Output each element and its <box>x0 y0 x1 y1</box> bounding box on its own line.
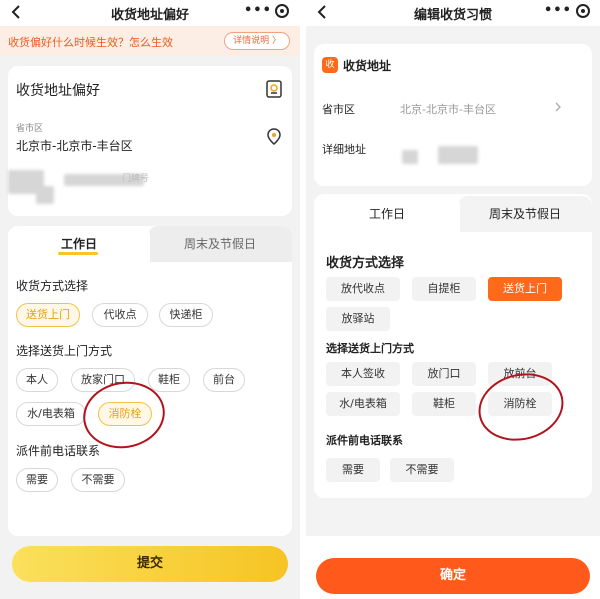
call-title: 派件前电话联系 <box>326 434 403 447</box>
detail-hint: 门牌号 <box>122 174 150 184</box>
option-front-desk[interactable]: 前台 <box>203 368 245 392</box>
more-icon[interactable]: ••• <box>544 3 572 18</box>
day-tabs: 周末及节假日 工作日 <box>8 226 292 262</box>
details-button[interactable]: 详情说明 〉 <box>224 32 290 50</box>
option-door-delivery[interactable]: 送货上门 <box>488 277 562 301</box>
confirm-button[interactable]: 确定 <box>316 558 590 594</box>
option-meter-box[interactable]: 水/电表箱 <box>326 392 400 416</box>
door-method-title: 选择送货上门方式 <box>326 342 414 355</box>
banner-text: 收货偏好什么时候生效？怎么生效 <box>8 36 173 49</box>
method-title: 收货方式选择 <box>326 256 405 271</box>
option-locker[interactable]: 快递柜 <box>159 303 213 327</box>
tab-workday[interactable]: 工作日 <box>8 226 150 262</box>
option-at-door[interactable]: 放门口 <box>412 362 476 386</box>
detail-label: 详细地址 <box>322 143 366 156</box>
blurred-address <box>36 186 54 204</box>
tab-weekend[interactable]: 周末及节假日 <box>458 196 592 232</box>
option-collection-point[interactable]: 放代收点 <box>326 277 400 301</box>
preference-card: 周末及节假日 工作日 收货方式选择 送货上门 代收点 快递柜 选择送货上门方式 … <box>8 226 292 536</box>
left-screen: 收货地址偏好 ••• 收货偏好什么时候生效？怎么生效 详情说明 〉 收货地址偏好… <box>0 0 300 599</box>
method-title: 收货方式选择 <box>16 279 89 293</box>
address-card: 收货地址偏好 省市区 北京市-北京市-丰台区 门牌号 <box>8 66 292 216</box>
day-tabs: 周末及节假日 工作日 <box>314 196 592 232</box>
address-badge-icon: 收 <box>322 57 338 73</box>
tab-indicator <box>58 252 98 255</box>
option-locker[interactable]: 自提柜 <box>412 277 476 301</box>
option-shoe-cabinet[interactable]: 鞋柜 <box>412 392 476 416</box>
chevron-right-icon[interactable] <box>554 102 562 112</box>
address-card-title: 收货地址偏好 <box>16 83 100 99</box>
nav-bar: 编辑收货习惯 ••• <box>306 0 600 26</box>
option-in-person[interactable]: 本人 <box>16 368 58 392</box>
info-banner: 收货偏好什么时候生效？怎么生效 详情说明 〉 <box>0 26 300 56</box>
option-post-station[interactable]: 放驿站 <box>326 307 390 331</box>
option-call-yes[interactable]: 需要 <box>16 468 58 492</box>
option-call-no[interactable]: 不需要 <box>390 458 454 482</box>
call-title: 派件前电话联系 <box>16 444 101 458</box>
more-icon[interactable]: ••• <box>244 3 272 18</box>
tab-weekend[interactable]: 周末及节假日 <box>148 226 292 262</box>
option-shoe-cabinet[interactable]: 鞋柜 <box>148 368 190 392</box>
region-value[interactable]: 北京市-北京市-丰台区 <box>16 137 133 154</box>
option-collection-point[interactable]: 代收点 <box>92 303 148 327</box>
address-card: 收 收货地址 省市区 北京-北京市-丰台区 详细地址 <box>314 44 592 186</box>
option-call-no[interactable]: 不需要 <box>71 468 125 492</box>
nav-bar: 收货地址偏好 ••• <box>0 0 300 26</box>
region-label: 省市区 <box>322 103 355 116</box>
option-door-delivery[interactable]: 送货上门 <box>16 303 80 327</box>
address-book-icon[interactable] <box>266 80 282 98</box>
target-icon[interactable] <box>576 4 590 18</box>
right-screen: 编辑收货习惯 ••• 收 收货地址 省市区 北京-北京市-丰台区 详细地址 周末… <box>306 0 600 599</box>
submit-button[interactable]: 提交 <box>12 546 288 582</box>
option-call-yes[interactable]: 需要 <box>326 458 380 482</box>
option-sign-in-person[interactable]: 本人签收 <box>326 362 400 386</box>
location-pin-icon[interactable] <box>266 128 282 146</box>
blurred-address <box>438 146 478 164</box>
region-label: 省市区 <box>16 124 44 134</box>
address-card-title: 收货地址 <box>343 59 392 73</box>
tab-workday[interactable]: 工作日 <box>314 196 460 232</box>
door-method-title: 选择送货上门方式 <box>16 344 113 358</box>
preference-card: 周末及节假日 工作日 收货方式选择 放代收点 自提柜 送货上门 放驿站 选择送货… <box>314 194 592 498</box>
annotation-circle <box>471 364 571 450</box>
region-value[interactable]: 北京-北京市-丰台区 <box>400 101 496 117</box>
option-meter-box[interactable]: 水/电表箱 <box>16 402 86 426</box>
blurred-address <box>402 150 418 164</box>
target-icon[interactable] <box>275 4 289 18</box>
